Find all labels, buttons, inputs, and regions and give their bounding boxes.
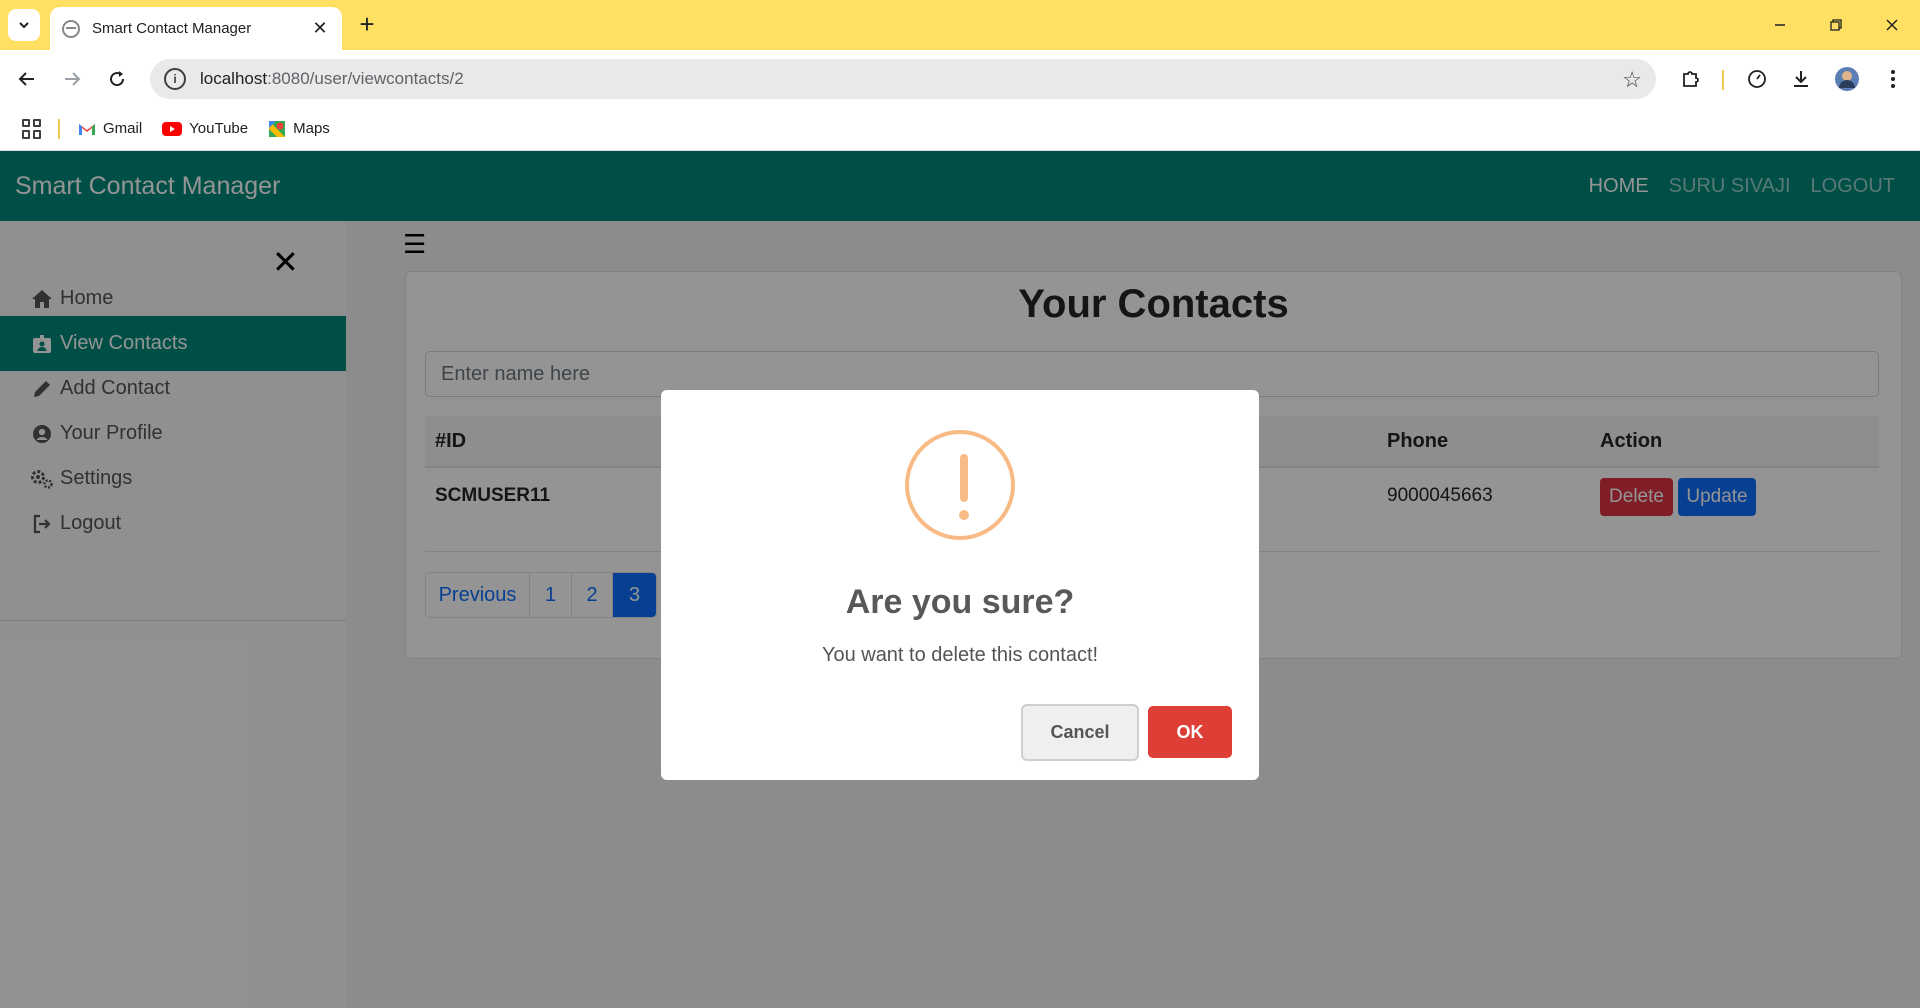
url-host: localhost <box>200 69 268 88</box>
bookmarks-divider <box>58 118 60 139</box>
arrow-left-icon <box>18 72 34 86</box>
speedometer-icon <box>1748 70 1766 88</box>
bookmarks-bar: Gmail YouTube Maps <box>0 107 1920 151</box>
bookmark-label: YouTube <box>189 120 249 137</box>
browser-toolbar: i localhost:8080/user/viewcontacts/2 ☆ <box>0 50 1920 107</box>
site-info-icon[interactable]: i <box>164 68 186 90</box>
youtube-icon <box>162 121 183 136</box>
browser-tab-strip: Smart Contact Manager ✕ + <box>0 0 1920 50</box>
reload-icon <box>110 71 125 87</box>
extensions-button[interactable] <box>1674 62 1708 96</box>
bookmark-star-icon[interactable]: ☆ <box>1622 67 1642 93</box>
toolbar-divider <box>1722 70 1724 90</box>
window-controls <box>1752 0 1920 50</box>
address-bar[interactable]: i localhost:8080/user/viewcontacts/2 ☆ <box>150 59 1656 99</box>
menu-button[interactable] <box>1876 62 1910 96</box>
bookmark-label: Gmail <box>103 120 143 137</box>
ok-button[interactable]: OK <box>1148 706 1232 758</box>
globe-icon <box>62 19 80 38</box>
avatar <box>1835 67 1859 91</box>
minimize-icon <box>1775 24 1785 26</box>
reload-button[interactable] <box>100 62 134 96</box>
puzzle-icon <box>1683 71 1699 87</box>
download-icon <box>1794 71 1808 87</box>
chevron-down-icon <box>19 22 29 29</box>
bookmark-gmail[interactable]: Gmail <box>78 120 142 137</box>
confirm-delete-dialog: Are you sure? You want to delete this co… <box>661 390 1259 780</box>
bookmark-maps[interactable]: Maps <box>268 120 330 138</box>
arrow-right-icon <box>65 72 81 86</box>
maps-icon <box>268 120 286 138</box>
downloads-button[interactable] <box>1784 62 1818 96</box>
gmail-icon <box>78 122 96 136</box>
url-path: :8080/user/viewcontacts/2 <box>267 69 464 88</box>
bookmark-label: Maps <box>293 120 330 137</box>
dialog-title: Are you sure? <box>845 583 1075 621</box>
forward-button[interactable] <box>55 62 89 96</box>
cancel-button[interactable]: Cancel <box>1021 704 1139 761</box>
back-button[interactable] <box>10 62 44 96</box>
tab-search-button[interactable] <box>8 9 40 41</box>
minimize-button[interactable] <box>1752 0 1808 50</box>
browser-tab[interactable]: Smart Contact Manager ✕ <box>50 7 342 50</box>
tab-title: Smart Contact Manager <box>92 20 252 37</box>
bookmark-youtube[interactable]: YouTube <box>162 120 248 137</box>
apps-grid-icon[interactable] <box>22 118 42 139</box>
warning-icon <box>905 430 1015 540</box>
restore-button[interactable] <box>1808 0 1864 50</box>
dialog-message: You want to delete this contact! <box>821 644 1099 666</box>
kebab-menu-icon <box>1891 70 1895 88</box>
new-tab-button[interactable]: + <box>352 10 382 40</box>
tab-close-icon[interactable]: ✕ <box>310 18 330 39</box>
restore-icon <box>1830 19 1842 31</box>
close-icon <box>1886 19 1898 31</box>
performance-button[interactable] <box>1740 62 1774 96</box>
close-window-button[interactable] <box>1864 0 1920 50</box>
profile-button[interactable] <box>1830 62 1864 96</box>
